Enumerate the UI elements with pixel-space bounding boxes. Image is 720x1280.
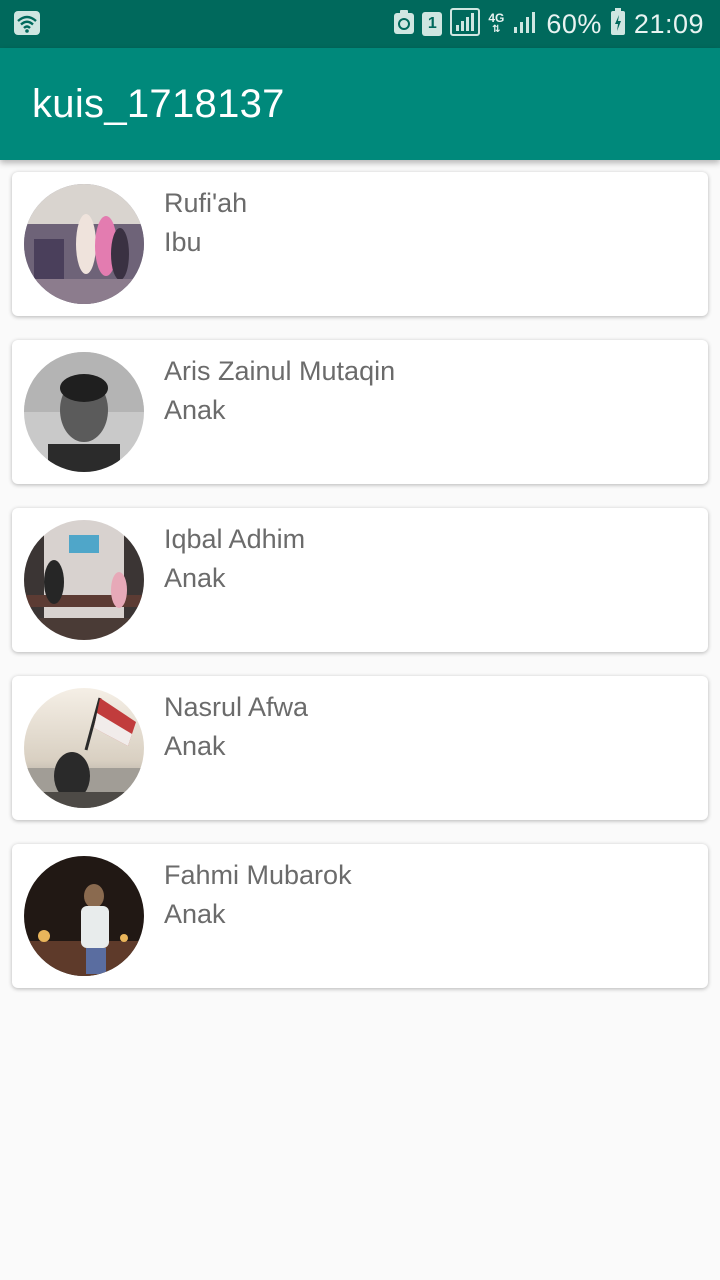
contact-role: Ibu: [164, 227, 202, 257]
avatar: [24, 856, 144, 976]
battery-icon: [610, 7, 626, 41]
list-item[interactable]: Iqbal Adhim Anak: [12, 508, 708, 652]
recycle-icon: [394, 9, 415, 39]
avatar: [24, 520, 144, 640]
list-item[interactable]: Fahmi Mubarok Anak: [12, 844, 708, 988]
list-item[interactable]: Rufi'ah Ibu: [12, 172, 708, 316]
avatar: [24, 352, 144, 472]
contact-list: Rufi'ah Ibu Aris Zainul Mutaqin Anak Iqb…: [12, 172, 708, 1012]
signal-icon: [450, 7, 481, 41]
clock: 21:09: [633, 8, 704, 39]
sim-icon: 1: [422, 12, 443, 36]
wifi-icon: [14, 11, 40, 40]
status-bar: 1 4G ⇅ 60% 21:09: [0, 0, 720, 48]
contact-name: Rufi'ah: [164, 188, 248, 218]
network-type: 4G: [488, 11, 505, 25]
battery-percent: 60%: [546, 8, 602, 39]
contact-role: Anak: [164, 899, 226, 929]
contact-name: Iqbal Adhim: [164, 524, 306, 554]
list-item[interactable]: Nasrul Afwa Anak: [12, 676, 708, 820]
contact-role: Anak: [164, 731, 226, 761]
app-bar: kuis_1718137: [0, 48, 720, 160]
app-title: kuis_1718137: [32, 82, 285, 126]
avatar: [24, 184, 144, 304]
signal-bars-icon: [512, 9, 538, 40]
avatar: [24, 688, 144, 808]
contact-name: Aris Zainul Mutaqin: [164, 356, 396, 386]
contact-name: Fahmi Mubarok: [164, 860, 352, 890]
contact-role: Anak: [164, 395, 226, 425]
list-item[interactable]: Aris Zainul Mutaqin Anak: [12, 340, 708, 484]
contact-name: Nasrul Afwa: [164, 692, 309, 722]
contact-role: Anak: [164, 563, 226, 593]
